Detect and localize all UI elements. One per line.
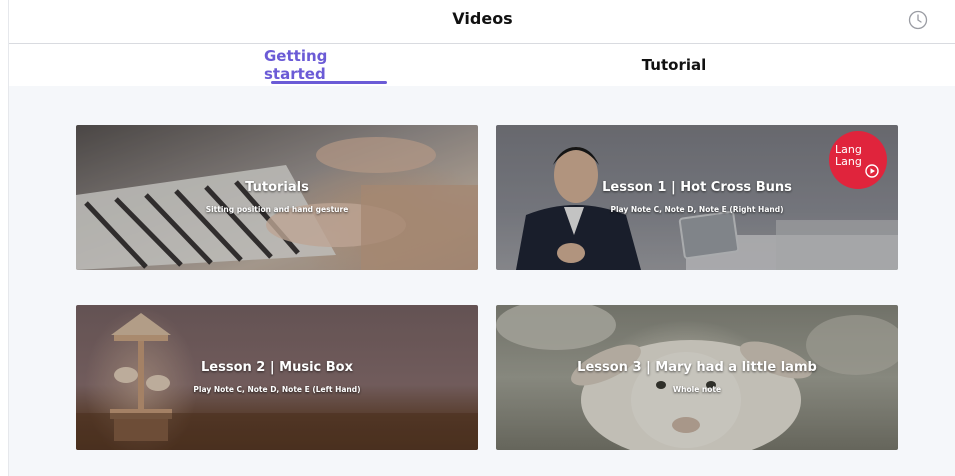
active-tab-indicator	[271, 81, 387, 84]
card-subtitle: Play Note C, Note D, Note E (Left Hand)	[193, 385, 361, 394]
card-subtitle: Whole note	[672, 385, 722, 394]
card-title: Tutorials	[245, 180, 309, 195]
card-title: Lesson 2 | Music Box	[201, 360, 353, 375]
play-icon	[865, 164, 879, 178]
tab-getting-started[interactable]: Getting started	[264, 44, 394, 86]
card-subtitle: Sitting position and hand gesture	[205, 205, 349, 214]
page-title: Videos	[452, 9, 513, 28]
tab-bar: Getting started Tutorial	[9, 44, 955, 86]
videos-screen: Videos Getting started Tutorial Tutorial…	[8, 0, 955, 476]
video-card-lesson-3[interactable]: Lesson 3 | Mary had a little lamb Whole …	[496, 305, 898, 450]
card-subtitle: Play Note C, Note D, Note E (Right Hand)	[610, 205, 784, 214]
card-title: Lesson 3 | Mary had a little lamb	[577, 360, 817, 375]
card-title: Lesson 1 | Hot Cross Buns	[602, 180, 792, 195]
tab-tutorial[interactable]: Tutorial	[609, 44, 739, 86]
video-card-lesson-2[interactable]: Lesson 2 | Music Box Play Note C, Note D…	[76, 305, 478, 450]
video-card-lesson-1[interactable]: Lang Lang Lesson 1 | Hot Cross Buns Play…	[496, 125, 898, 270]
top-bar: Videos	[9, 0, 955, 44]
clock-history-icon[interactable]	[908, 10, 928, 30]
video-grid: Tutorials Sitting position and hand gest…	[9, 86, 955, 476]
video-card-tutorials[interactable]: Tutorials Sitting position and hand gest…	[76, 125, 478, 270]
